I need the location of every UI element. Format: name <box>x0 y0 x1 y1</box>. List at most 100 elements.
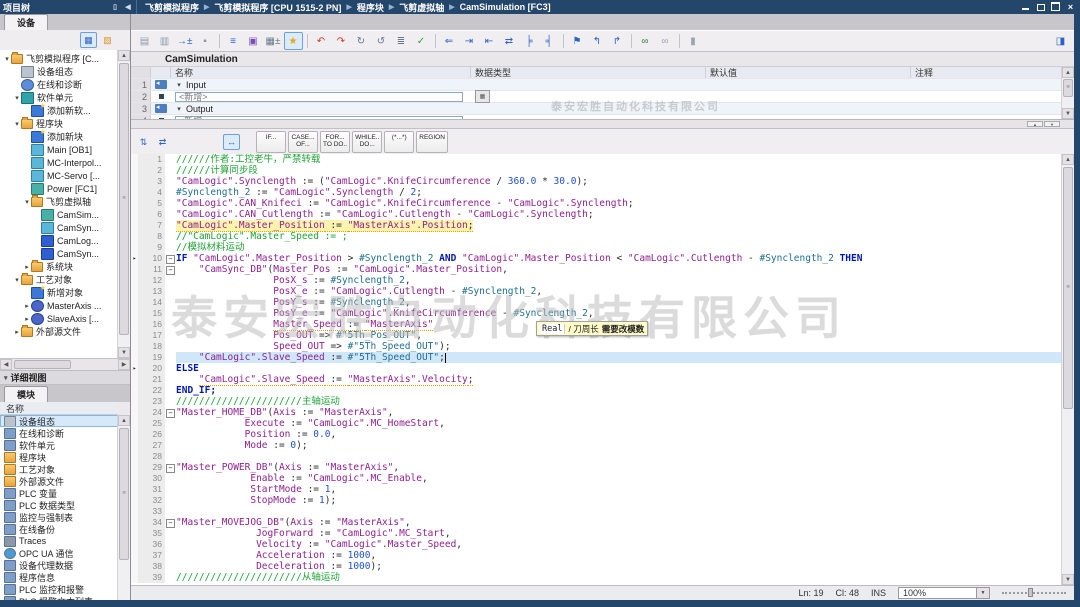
name-cell[interactable]: ▾Input <box>171 80 471 90</box>
mark-end-icon[interactable]: ╡ <box>540 32 559 50</box>
favorites-icon[interactable]: ★ <box>284 32 303 50</box>
tree-item[interactable]: ▸外部源文件 <box>0 325 118 338</box>
full-width-icon[interactable]: ↔ <box>223 134 240 150</box>
lock-icon[interactable]: ▮ <box>684 32 703 50</box>
name-cell[interactable]: <新增> <box>171 92 471 102</box>
zoom-slider[interactable] <box>1002 588 1066 598</box>
scroll-up-icon[interactable]: ▲ <box>1062 67 1074 78</box>
snippet-button[interactable]: FOR...TO DO.. <box>320 131 350 153</box>
undo-icon[interactable]: ↶ <box>312 32 331 50</box>
add-block-icon[interactable]: ▤ <box>135 32 154 50</box>
tree-item[interactable]: CamLog... <box>0 234 118 247</box>
detail-view-item[interactable]: 工艺对象 <box>0 463 118 475</box>
indent-icon[interactable]: ⇥ <box>460 32 479 50</box>
tree-item[interactable]: ▾工艺对象 <box>0 273 118 286</box>
scroll-down-icon[interactable]: ▼ <box>118 347 130 358</box>
chevron-down-icon[interactable]: ▼ <box>976 588 989 598</box>
tree-item[interactable]: 新增对象 <box>0 286 118 299</box>
detail-view-item[interactable]: 设备组态 <box>0 415 118 427</box>
name-cell[interactable]: ▾Output <box>171 104 471 114</box>
detail-view-item[interactable]: 设备代理数据 <box>0 559 118 571</box>
tree-item[interactable]: ▸MasterAxis ... <box>0 299 118 312</box>
snippet-button[interactable]: CASE...OF... <box>288 131 318 153</box>
new-variable-input[interactable]: <新增> <box>175 92 463 102</box>
detail-view-item[interactable]: Traces <box>0 535 118 547</box>
bookmark-icon[interactable]: ⚑ <box>568 32 587 50</box>
scrollbar-thumb[interactable] <box>119 428 129 560</box>
column-datatype[interactable]: 数据类型 <box>471 67 706 78</box>
fold-toggle-icon[interactable]: − <box>165 517 176 528</box>
scrollbar-thumb[interactable] <box>119 63 129 335</box>
tree-item[interactable]: ▸系统块 <box>0 260 118 273</box>
splitter-up-icon[interactable]: ▲ <box>1027 121 1043 127</box>
scroll-down-icon[interactable]: ▼ <box>1062 108 1074 119</box>
import-export-icon[interactable]: →± <box>175 32 195 50</box>
expander-icon[interactable]: ▸ <box>23 302 31 310</box>
compare-icon[interactable]: ⇄ <box>154 134 171 150</box>
tree-item[interactable]: CamSim... <box>0 208 118 221</box>
snippet-button[interactable]: IF... <box>256 131 286 153</box>
scrollbar-thumb[interactable] <box>14 360 71 369</box>
tree-item[interactable]: CamSyn... <box>0 221 118 234</box>
format-icon[interactable]: ≡ <box>224 32 243 50</box>
tree-item[interactable]: 在线和诊断 <box>0 78 118 91</box>
open-block-icon[interactable]: ▥ <box>155 32 174 50</box>
datatype-browse-icon[interactable]: ▦ <box>475 90 490 103</box>
compile-icon[interactable]: ✓ <box>412 32 431 50</box>
scroll-up-icon[interactable]: ▲ <box>1062 154 1074 165</box>
detail-view-item[interactable]: PLC 变量 <box>0 487 118 499</box>
keep-actual-values-icon[interactable]: ▪ <box>196 32 215 50</box>
tree-item[interactable]: ▾软件单元 <box>0 91 118 104</box>
breadcrumb-item[interactable]: 飞剪虚拟轴 <box>399 1 444 14</box>
tree-item[interactable]: ▸SlaveAxis [... <box>0 312 118 325</box>
snippet-button[interactable]: (*...*) <box>384 131 414 153</box>
maximize-button[interactable] <box>1050 2 1061 12</box>
expander-icon[interactable]: ▸ <box>23 315 31 323</box>
expander-icon[interactable]: ▾ <box>175 81 183 89</box>
prev-bookmark-icon[interactable]: ↰ <box>588 32 607 50</box>
print-icon[interactable]: ≣ <box>392 32 411 50</box>
scroll-right-icon[interactable]: ▶ <box>118 359 130 370</box>
minimize-button[interactable] <box>1020 2 1031 12</box>
tree-item[interactable]: Power [FC1] <box>0 182 118 195</box>
mark-start-icon[interactable]: ╞ <box>520 32 539 50</box>
scroll-up-icon[interactable]: ▲ <box>118 50 130 61</box>
detail-view-scrollbar[interactable]: ▲ <box>117 415 130 600</box>
tab-devices[interactable]: 设备 <box>4 14 48 30</box>
slider-thumb[interactable] <box>1028 588 1033 597</box>
monitor-on-icon[interactable]: ∞ <box>636 32 655 50</box>
scrollbar-thumb[interactable] <box>1063 79 1073 97</box>
pin-panel-icon[interactable]: ▯ <box>110 2 120 12</box>
tree-item[interactable]: 添加新块 <box>0 130 118 143</box>
expander-icon[interactable]: ▾ <box>175 105 183 113</box>
table-row[interactable]: 2<新增>▦ <box>131 91 1074 103</box>
fold-toggle-icon[interactable]: − <box>165 264 176 275</box>
tree-item[interactable]: ▾程序块 <box>0 117 118 130</box>
view-options-icon[interactable]: ▦ <box>80 32 97 48</box>
breadcrumb-item[interactable]: 飞剪模拟程序 <box>145 1 199 14</box>
table-row[interactable]: 3▾Output <box>131 103 1074 115</box>
table-scrollbar[interactable]: ▲ ▼ <box>1061 67 1074 119</box>
scroll-left-icon[interactable]: ◀ <box>0 359 12 370</box>
sync-icon[interactable]: ⇄ <box>500 32 519 50</box>
revert-icon[interactable]: ↺ <box>372 32 391 50</box>
detail-view-item[interactable]: 外部源文件 <box>0 475 118 487</box>
tree-item[interactable]: MC-Servo [... <box>0 169 118 182</box>
detail-view-item[interactable]: 程序块 <box>0 451 118 463</box>
redo-icon[interactable]: ↷ <box>332 32 351 50</box>
detail-view-item[interactable]: 软件单元 <box>0 439 118 451</box>
tree-item[interactable]: MC-Interpol... <box>0 156 118 169</box>
sort-lines-icon[interactable]: ⇅ <box>135 134 152 150</box>
column-comment[interactable]: 注释 <box>911 67 1074 78</box>
tab-modules[interactable]: 模块 <box>4 386 48 402</box>
datatype-cell[interactable]: ▦ <box>471 90 706 103</box>
detail-view-item[interactable]: 程序信息 <box>0 571 118 583</box>
scroll-up-icon[interactable]: ▲ <box>118 415 130 426</box>
expander-icon[interactable]: ▾ <box>13 94 21 102</box>
detail-view-item[interactable]: PLC 监控和报警 <box>0 583 118 595</box>
restore-button[interactable] <box>1035 2 1046 12</box>
scrollbar-thumb[interactable] <box>1063 167 1073 409</box>
refresh-icon[interactable]: ↻ <box>352 32 371 50</box>
breadcrumb-item[interactable]: CamSimulation [FC3] <box>460 2 551 12</box>
expander-icon[interactable]: ▾ <box>3 55 11 63</box>
